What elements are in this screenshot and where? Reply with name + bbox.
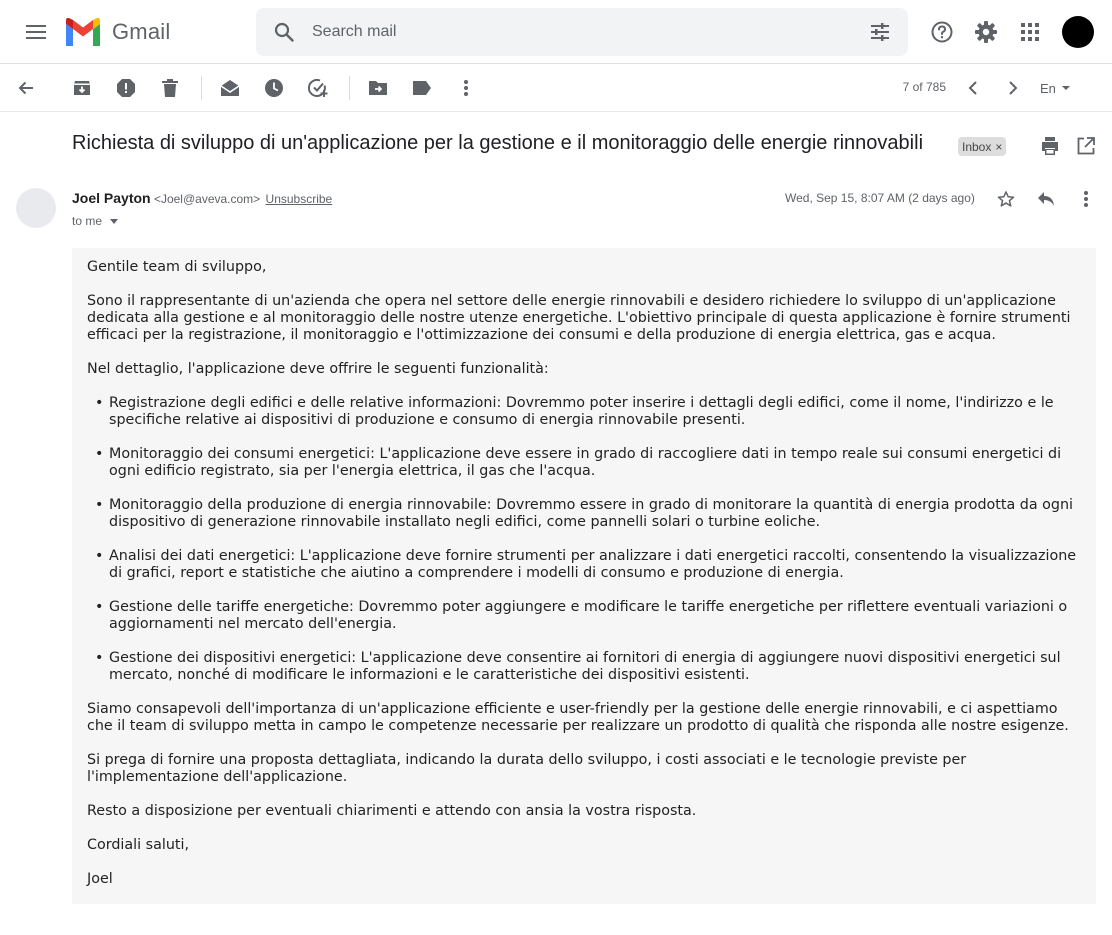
- gmail-logo[interactable]: Gmail: [64, 16, 170, 48]
- snooze-icon[interactable]: [254, 68, 294, 108]
- search-options-icon[interactable]: [860, 12, 900, 52]
- move-to-icon[interactable]: [358, 68, 398, 108]
- list-item-text: Gestione delle tariffe energetiche: Dovr…: [109, 599, 1068, 632]
- features-list: • Registrazione degli edifici e delle rel…: [87, 395, 1077, 684]
- remove-label-button[interactable]: ×: [995, 140, 1002, 154]
- list-item: • Monitoraggio dei consumi energetici: L'…: [95, 446, 1062, 479]
- sender-name[interactable]: Joel Payton: [72, 190, 151, 206]
- sender-avatar[interactable]: [16, 188, 56, 228]
- toolbar-divider: [349, 76, 350, 100]
- mark-unread-icon[interactable]: [210, 68, 250, 108]
- chevron-right-icon[interactable]: [993, 68, 1033, 108]
- body-paragraph: Si prega di fornire una proposta dettagl…: [87, 752, 967, 785]
- body-paragraph: Siamo consapevoli dell'importanza di un'…: [87, 701, 1069, 734]
- help-icon[interactable]: [922, 12, 962, 52]
- delete-icon[interactable]: [150, 68, 190, 108]
- message-toolbar: 7 of 785 En: [0, 64, 1112, 112]
- list-item-text: Analisi dei dati energetici: L'applicazi…: [109, 548, 1077, 581]
- search-icon[interactable]: [264, 12, 304, 52]
- open-new-window-icon[interactable]: [1066, 126, 1106, 166]
- list-item: • Monitoraggio della produzione di energi…: [95, 497, 1074, 530]
- body-closing: Cordiali saluti,: [87, 837, 190, 853]
- language-selector[interactable]: En: [1040, 76, 1070, 100]
- body-intro: Sono il rappresentante di un'azienda che…: [87, 293, 1071, 343]
- unsubscribe-link[interactable]: Unsubscribe: [266, 192, 333, 206]
- body-signature: Joel: [87, 871, 113, 887]
- label-icon[interactable]: [402, 68, 442, 108]
- chevron-left-icon[interactable]: [953, 68, 993, 108]
- add-task-icon[interactable]: [298, 68, 338, 108]
- toolbar-divider: [201, 76, 202, 100]
- reply-icon[interactable]: [1026, 179, 1066, 219]
- email-subject: Richiesta di sviluppo di un'applicazione…: [72, 132, 924, 154]
- list-item-text: Registrazione degli edifici e delle rela…: [109, 395, 1054, 428]
- back-arrow-icon[interactable]: [6, 68, 46, 108]
- hamburger-menu-icon[interactable]: [16, 12, 56, 52]
- more-vert-icon[interactable]: [1066, 179, 1106, 219]
- more-vert-icon[interactable]: [446, 68, 486, 108]
- list-item: • Gestione delle tariffe energetiche: Dov…: [95, 599, 1068, 632]
- list-item: • Registrazione degli edifici e delle rel…: [95, 395, 1054, 428]
- caret-down-icon: [1061, 86, 1070, 90]
- star-icon[interactable]: [986, 179, 1026, 219]
- pager-count: 7 of 785: [902, 80, 946, 94]
- email-date: Wed, Sep 15, 8:07 AM (2 days ago): [785, 191, 975, 205]
- search-input[interactable]: [312, 8, 852, 56]
- top-header: Gmail: [0, 0, 1112, 64]
- account-avatar[interactable]: [1062, 16, 1094, 48]
- sender-email: <Joel@aveva.com>: [153, 192, 261, 206]
- list-item: • Analisi dei dati energetici: L'applicaz…: [95, 548, 1077, 581]
- caret-down-icon: [110, 218, 119, 224]
- label-text: Inbox: [962, 139, 992, 154]
- sender-info: Joel Payton <Joel@aveva.com> Unsubscribe: [72, 190, 332, 206]
- list-item-text: Monitoraggio della produzione di energia…: [109, 497, 1074, 530]
- recipient-label: to me: [72, 214, 103, 228]
- list-item: • Gestione dei dispositivi energetici: L'…: [95, 650, 1061, 683]
- archive-icon[interactable]: [62, 68, 102, 108]
- report-spam-icon[interactable]: [106, 68, 146, 108]
- inbox-label-chip[interactable]: Inbox ×: [958, 137, 1007, 156]
- body-paragraph: Resto a disposizione per eventuali chiar…: [87, 803, 697, 819]
- body-greeting: Gentile team di sviluppo,: [87, 259, 267, 275]
- email-body: Gentile team di sviluppo, Sono il rappre…: [87, 259, 1077, 905]
- list-item-text: Monitoraggio dei consumi energetici: L'a…: [109, 446, 1062, 479]
- print-icon[interactable]: [1030, 126, 1070, 166]
- app-name: Gmail: [112, 19, 171, 44]
- gmail-m-icon: [66, 18, 100, 46]
- search-bar: [256, 8, 908, 56]
- gear-icon[interactable]: [966, 12, 1006, 52]
- list-item-text: Gestione dei dispositivi energetici: L'a…: [109, 650, 1061, 683]
- apps-grid-icon[interactable]: [1010, 12, 1050, 52]
- recipient-details-toggle[interactable]: to me: [72, 214, 119, 228]
- body-features-intro: Nel dettaglio, l'applicazione deve offri…: [87, 361, 549, 377]
- language-label: En: [1040, 80, 1056, 96]
